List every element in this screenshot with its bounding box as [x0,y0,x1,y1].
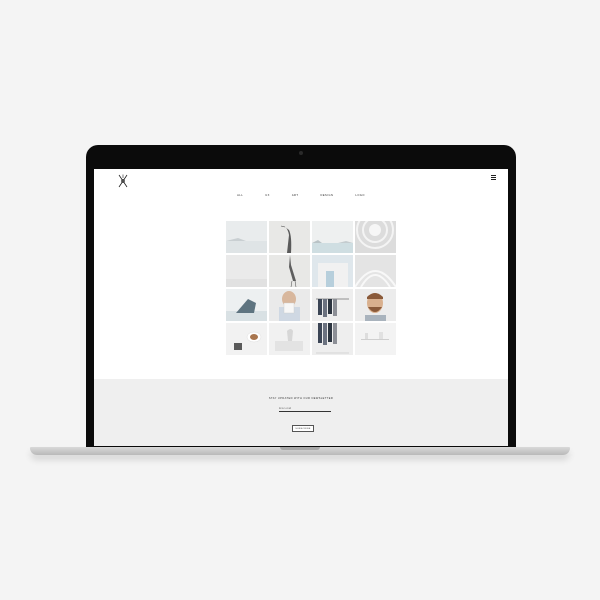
camera-dot [299,151,303,155]
gallery-tile-white-shelf[interactable] [355,323,396,355]
gallery-tile-white-room[interactable] [312,255,353,287]
gallery-tile-sea-cliff[interactable] [226,221,267,253]
gallery-tile-white-wall[interactable] [226,255,267,287]
gallery-tile-blue-rock[interactable] [226,289,267,321]
logo-icon[interactable] [117,174,129,188]
gallery-tile-heron[interactable] [269,221,310,253]
gallery-tile-clothes-rack-lower[interactable] [312,323,353,355]
nav-item-art[interactable]: Art [281,194,310,197]
gallery-tile-heron-lower[interactable] [269,255,310,287]
portfolio-gallery [226,221,398,359]
newsletter-footer: Stay updated with our newsletter Subscri… [94,379,508,446]
laptop-screen: All UX Art Design Logo [94,169,508,446]
hamburger-menu-icon[interactable] [491,175,496,180]
subscribe-button[interactable]: Subscribe [292,425,314,432]
gallery-tile-clothes-rack[interactable] [312,289,353,321]
email-field[interactable] [279,405,331,412]
newsletter-title: Stay updated with our newsletter [268,397,334,400]
gallery-tile-tray-vase[interactable] [269,323,310,355]
gallery-tile-coffee-cup[interactable] [226,323,267,355]
gallery-tile-bearded-man[interactable] [355,289,396,321]
gallery-tile-atrium[interactable] [355,255,396,287]
laptop-base [30,447,570,455]
laptop-base-notch [280,447,320,450]
nav-item-all[interactable]: All [226,194,254,197]
nav-item-design[interactable]: Design [309,194,344,197]
nav-item-logo[interactable]: Logo [344,194,376,197]
gallery-tile-spiral-ceiling[interactable] [355,221,396,253]
gallery-tile-man-with-paper[interactable] [269,289,310,321]
laptop-lid: All UX Art Design Logo [86,145,516,448]
nav-item-ux[interactable]: UX [254,194,281,197]
category-nav: All UX Art Design Logo [94,194,508,197]
gallery-tile-bay-view[interactable] [312,221,353,253]
